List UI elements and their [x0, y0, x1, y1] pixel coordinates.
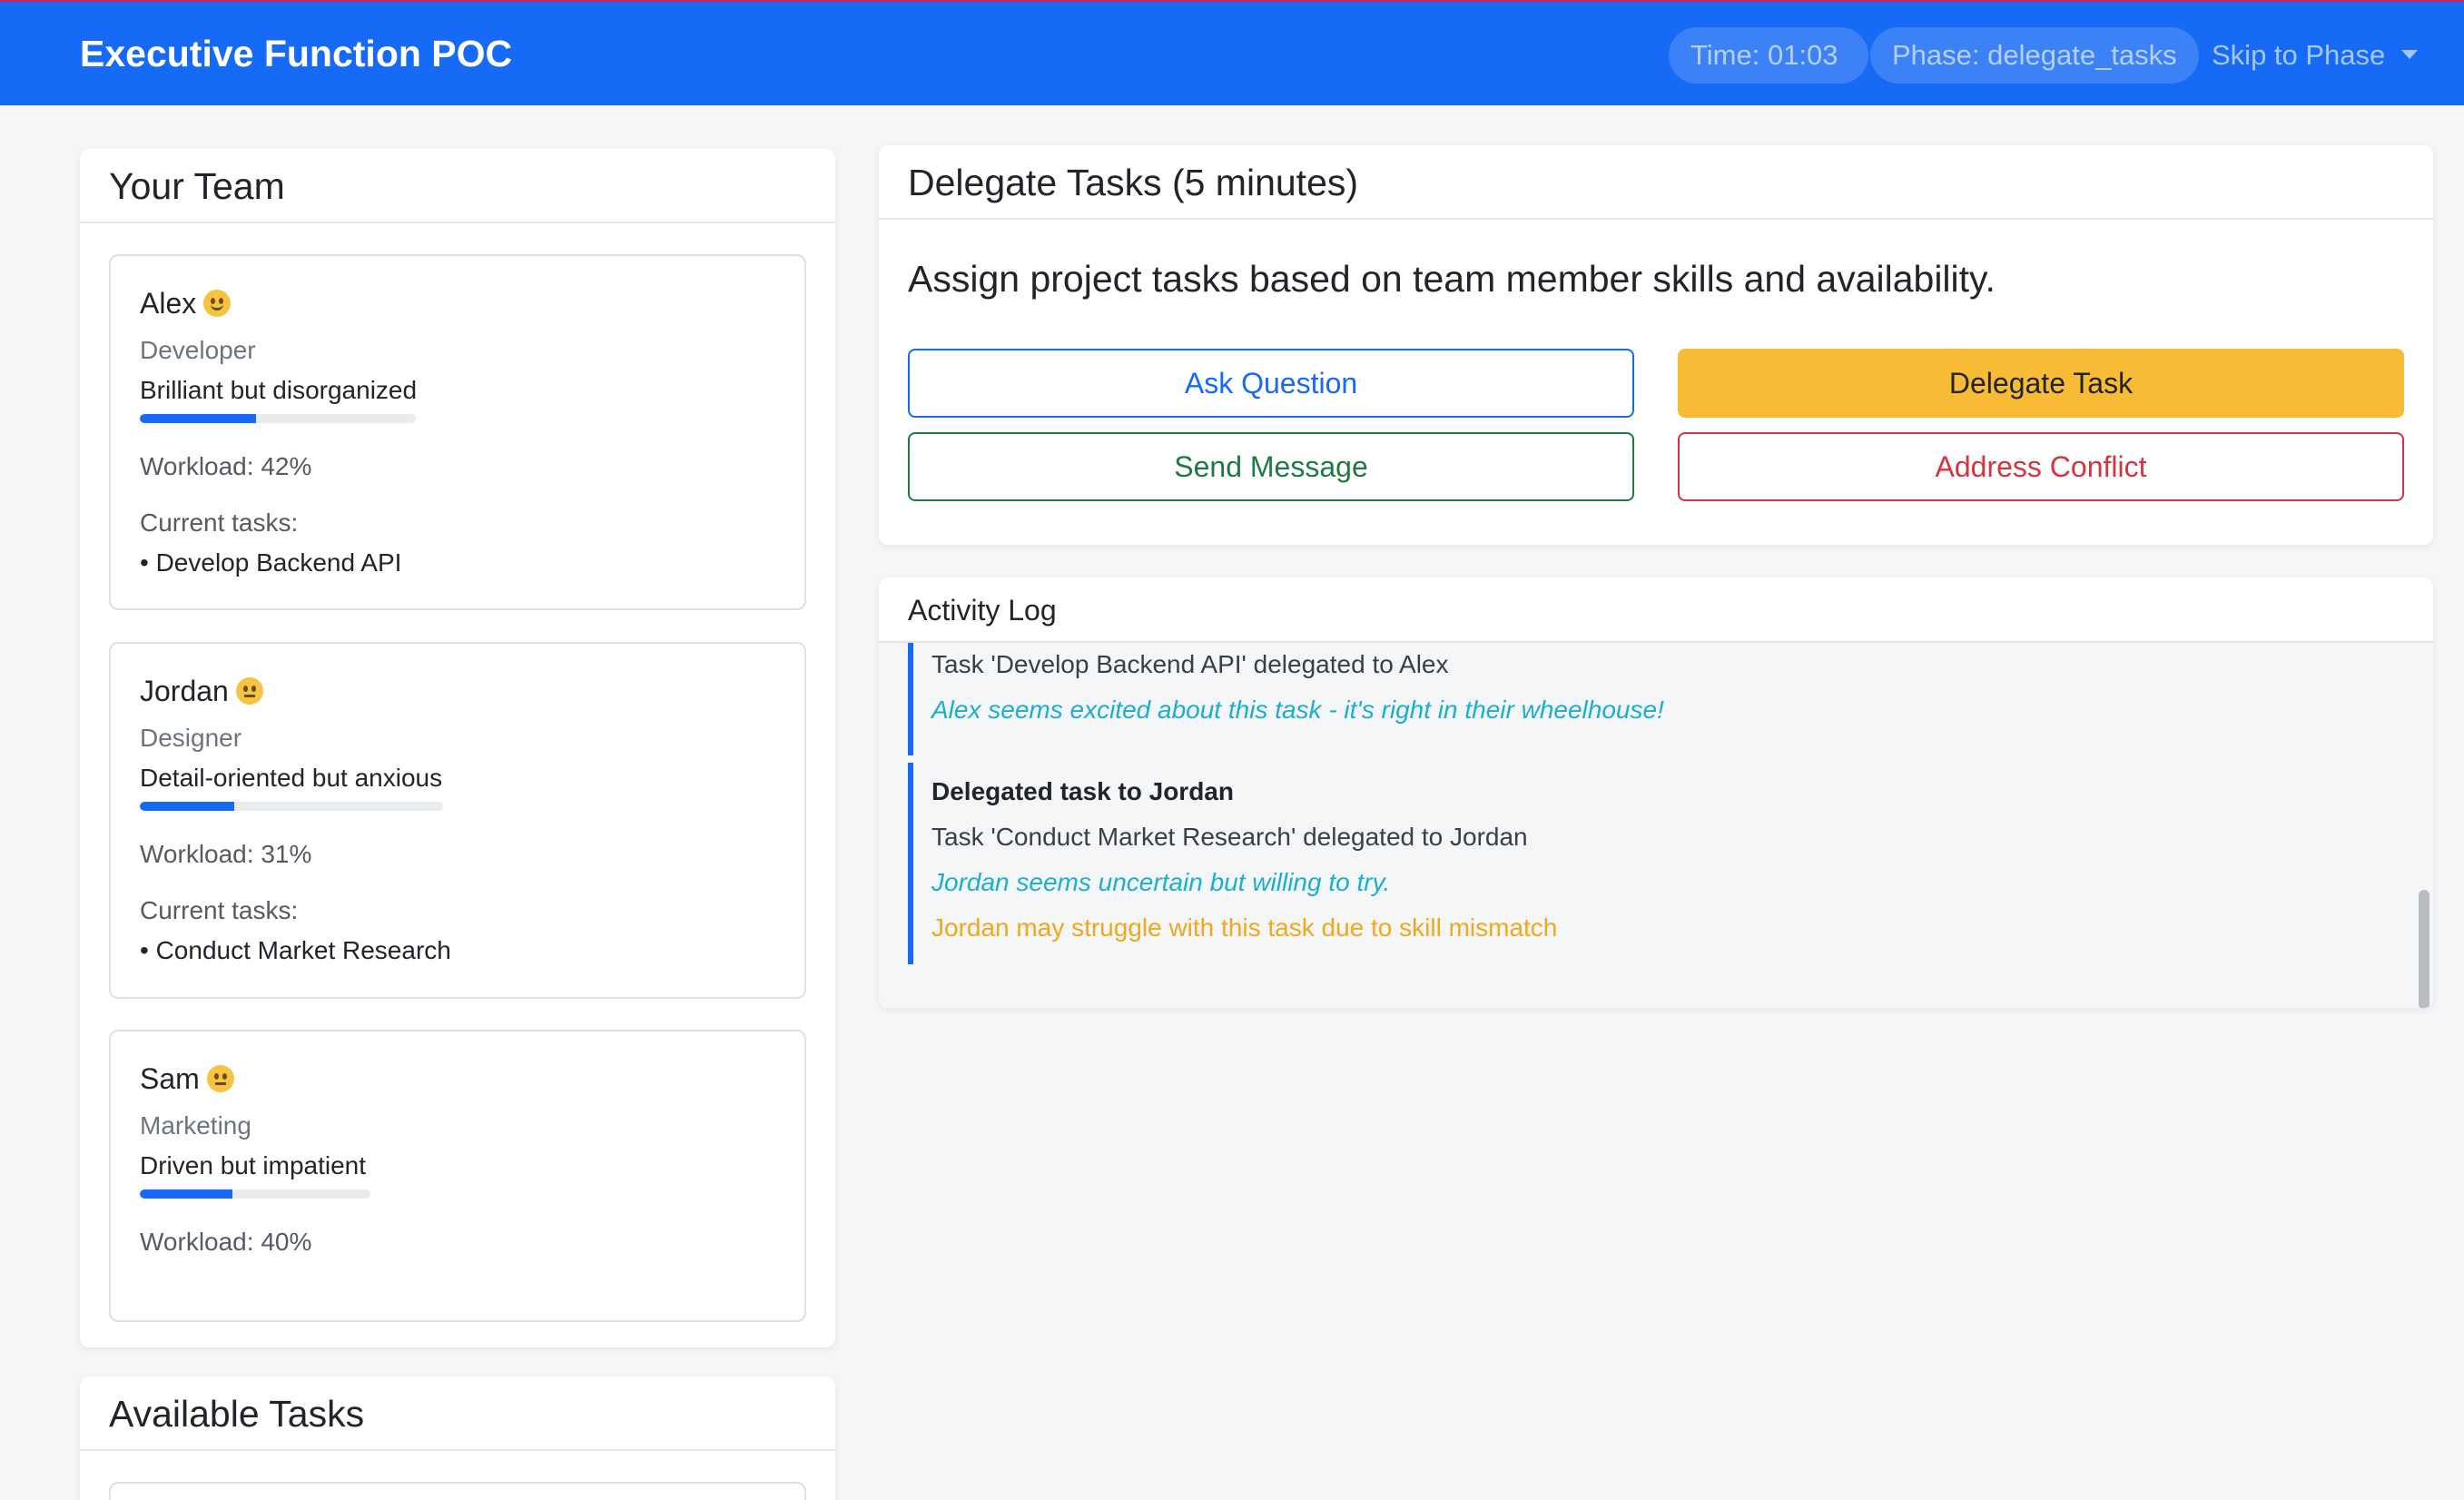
skip-to-phase-dropdown[interactable]: Skip to Phase — [2212, 27, 2419, 84]
member-workload: Workload: 40% — [140, 1228, 312, 1256]
workload-bar — [140, 1189, 370, 1199]
activity-log-panel: Activity Log Task 'Develop Backend API' … — [879, 577, 2433, 1008]
member-name: Alex — [140, 287, 197, 320]
app-brand[interactable]: Executive Function POC — [80, 33, 512, 75]
member-name-row: Alex — [140, 287, 232, 321]
team-member-card-jordan[interactable]: Jordan Designer Detail-oriented but anxi… — [109, 642, 806, 999]
delegate-task-button[interactable]: Delegate Task — [1678, 349, 2404, 418]
log-entry-title: Delegated task to Jordan — [931, 777, 1234, 805]
smiling-face-icon — [203, 289, 232, 317]
member-name: Sam — [140, 1062, 200, 1095]
activity-log-body[interactable]: Task 'Develop Backend API' delegated to … — [879, 643, 2433, 1008]
log-message: Task 'Develop Backend API' delegated to … — [931, 650, 1449, 678]
neutral-face-icon — [206, 1064, 234, 1092]
log-entry: Task 'Develop Backend API' delegated to … — [908, 643, 1664, 755]
member-trait: Driven but impatient — [140, 1151, 367, 1179]
log-message: Task 'Conduct Market Research' delegated… — [931, 823, 1528, 851]
member-role: Marketing — [140, 1111, 251, 1140]
chevron-down-icon — [2401, 49, 2419, 59]
skip-to-phase-label: Skip to Phase — [2212, 39, 2386, 71]
log-warning: Jordan may struggle with this task due t… — [931, 913, 1558, 942]
phase-badge: Phase: delegate_tasks — [1870, 27, 2199, 84]
top-navbar: Executive Function POC Time: 01:03 Phase… — [0, 0, 2464, 105]
timer-badge: Time: 01:03 — [1669, 27, 1868, 84]
member-trait: Detail-oriented but anxious — [140, 764, 443, 792]
team-member-card-sam[interactable]: Sam Marketing Driven but impatient Workl… — [109, 1030, 806, 1322]
team-panel: Your Team Alex Developer Brilliant but d… — [80, 149, 835, 1347]
delegate-description: Assign project tasks based on team membe… — [908, 258, 1996, 300]
address-conflict-button[interactable]: Address Conflict — [1678, 432, 2404, 501]
ask-question-button[interactable]: Ask Question — [908, 349, 1634, 418]
log-scrollbar-thumb[interactable] — [2419, 890, 2430, 1008]
log-entry: Delegated task to Jordan Task 'Conduct M… — [908, 763, 1557, 964]
current-tasks-label: Current tasks: — [140, 508, 299, 537]
member-role: Developer — [140, 336, 256, 364]
team-member-card-alex[interactable]: Alex Developer Brilliant but disorganize… — [109, 254, 806, 610]
current-tasks-label: Current tasks: — [140, 896, 299, 924]
member-name-row: Jordan — [140, 675, 263, 708]
current-task-item: • Conduct Market Research — [140, 936, 451, 964]
activity-log-title: Activity Log — [879, 577, 2433, 643]
neutral-face-icon — [235, 676, 263, 705]
log-reaction: Jordan seems uncertain but willing to tr… — [931, 868, 1391, 896]
delegate-tasks-panel: Delegate Tasks (5 minutes) Assign projec… — [879, 145, 2433, 545]
log-scrollbar[interactable] — [2419, 643, 2431, 1008]
workload-bar-fill — [140, 1189, 232, 1199]
team-panel-title: Your Team — [80, 149, 835, 223]
available-tasks-title: Available Tasks — [80, 1377, 835, 1451]
member-trait: Brilliant but disorganized — [140, 376, 418, 404]
member-role: Designer — [140, 724, 242, 752]
workload-bar — [140, 802, 443, 811]
workload-bar — [140, 414, 416, 423]
send-message-button[interactable]: Send Message — [908, 432, 1634, 501]
member-workload: Workload: 42% — [140, 452, 312, 480]
member-name: Jordan — [140, 675, 229, 707]
workload-bar-fill — [140, 802, 234, 811]
task-card[interactable] — [109, 1482, 806, 1500]
member-workload: Workload: 31% — [140, 840, 312, 868]
delegate-panel-title: Delegate Tasks (5 minutes) — [879, 145, 2433, 220]
log-reaction: Alex seems excited about this task - it'… — [931, 696, 1664, 724]
workload-bar-fill — [140, 414, 256, 423]
available-tasks-panel: Available Tasks — [80, 1377, 835, 1500]
current-task-item: • Develop Backend API — [140, 548, 402, 577]
member-name-row: Sam — [140, 1062, 234, 1096]
